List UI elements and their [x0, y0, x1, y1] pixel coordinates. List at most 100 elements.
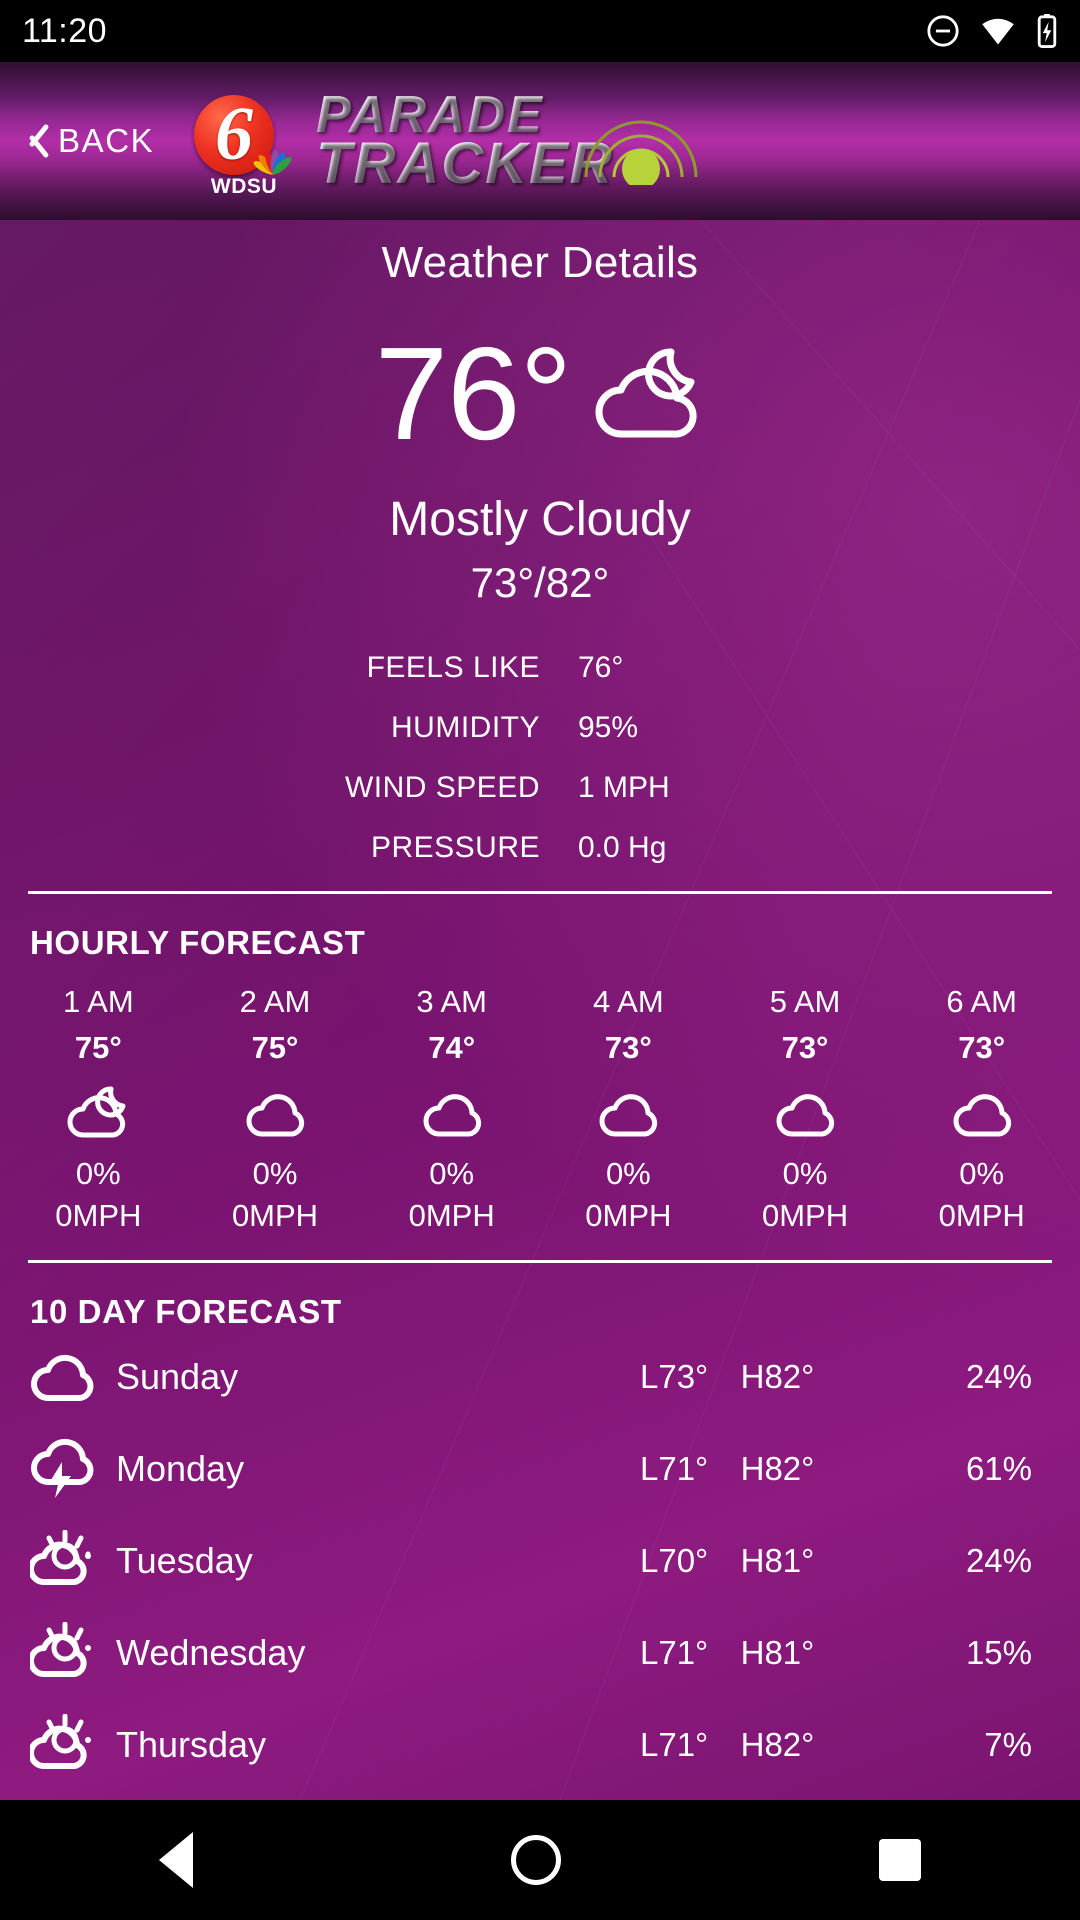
current-temperature-block: 76°: [0, 328, 1080, 460]
day-temps: L71° H82°: [640, 1450, 910, 1488]
current-condition: Mostly Cloudy: [389, 493, 691, 546]
stat-value: 76°: [578, 651, 624, 684]
stat-row: PRESSURE 0.0 Hg: [0, 831, 1080, 865]
day-low: L73°: [640, 1358, 709, 1395]
hour-time: 4 AM: [593, 984, 664, 1019]
current-high-low: 73°/82°: [470, 559, 610, 606]
day-low: L71°: [640, 1726, 709, 1763]
daily-item[interactable]: Monday L71° H82° 61%: [30, 1423, 1050, 1515]
day-precip: 24%: [965, 1358, 1032, 1395]
hourly-forecast-title: HOURLY FORECAST: [30, 924, 366, 961]
hour-icon-slot: [187, 1082, 364, 1144]
day-icon-slot: [30, 1714, 116, 1776]
hourly-item[interactable]: 3 AM 74° 0% 0MPH: [363, 984, 540, 1234]
daily-item[interactable]: Tuesday L70° H81° 24%: [30, 1515, 1050, 1607]
do-not-disturb-icon: [927, 15, 959, 47]
day-precip: 24%: [965, 1542, 1032, 1579]
day-name: Sunday: [116, 1356, 239, 1397]
hour-temp: 73°: [958, 1030, 1006, 1065]
hourly-forecast-list[interactable]: 1 AM 75° 0% 0MPH 2 AM 75° 0% 0MPH 3 AM 7…: [0, 962, 1080, 1234]
hour-wind: 0MPH: [231, 1198, 319, 1233]
hour-temp: 75°: [251, 1030, 299, 1065]
page-title: Weather Details: [381, 238, 699, 287]
hour-temp: 75°: [74, 1030, 122, 1065]
hourly-item[interactable]: 5 AM 73° 0% 0MPH: [717, 984, 894, 1234]
day-high: H81°: [740, 1542, 815, 1579]
stat-row: HUMIDITY 95%: [0, 711, 1080, 745]
back-button[interactable]: BACK: [18, 118, 154, 164]
wdsu-six-logo-icon: 6 WDSU: [190, 93, 298, 198]
hour-wind: 0MPH: [761, 1198, 849, 1233]
nbc-peacock-icon: [253, 150, 292, 175]
stat-row: WIND SPEED 1 MPH: [0, 771, 1080, 805]
daily-forecast-title: 10 DAY FORECAST: [30, 1293, 342, 1330]
day-icon-slot: [30, 1350, 116, 1404]
daily-forecast-list[interactable]: Sunday L73° H82° 24% Monday L71° H82° 61…: [0, 1331, 1080, 1791]
hour-time: 5 AM: [769, 984, 841, 1019]
hourly-item[interactable]: 2 AM 75° 0% 0MPH: [187, 984, 364, 1234]
hour-temp: 73°: [604, 1030, 652, 1065]
hourly-item[interactable]: 4 AM 73° 0% 0MPH: [540, 984, 717, 1234]
day-name: Tuesday: [116, 1540, 253, 1581]
day-icon-slot: [30, 1622, 116, 1684]
day-name: Wednesday: [116, 1632, 306, 1673]
hour-wind: 0MPH: [938, 1198, 1025, 1233]
hour-precip: 0%: [252, 1156, 298, 1191]
daily-item[interactable]: Thursday L71° H82° 7%: [30, 1699, 1050, 1791]
stat-value: 1 MPH: [578, 771, 670, 804]
day-high: H82°: [740, 1726, 815, 1763]
day-low: L71°: [640, 1450, 709, 1487]
cloud-icon: [953, 1094, 1011, 1137]
nav-recents-icon[interactable]: [879, 1839, 921, 1881]
status-icon-group: [926, 14, 1058, 48]
hour-wind: 0MPH: [585, 1198, 672, 1233]
weather-details-panel: Weather Details 76° Mostly Cloudy 73°/82…: [0, 220, 1080, 1800]
nav-home-icon[interactable]: [511, 1835, 561, 1885]
sun-cloud-icon: [30, 1622, 91, 1677]
stat-label: WIND SPEED: [344, 771, 540, 804]
radar-arcs-icon: [584, 120, 698, 185]
thunderstorm-icon: [31, 1438, 94, 1498]
day-temps: L71° H82°: [640, 1726, 910, 1764]
hour-icon-slot: [540, 1082, 717, 1144]
day-name: Thursday: [116, 1724, 267, 1765]
app-header: BACK 6 WDSU PARADE TRACKER: [0, 62, 1080, 220]
parade-tracker-wordmark: PARADE TRACKER: [316, 89, 698, 193]
day-name: Monday: [116, 1448, 245, 1489]
day-high: H82°: [740, 1358, 815, 1395]
hourly-item[interactable]: 1 AM 75° 0% 0MPH: [10, 984, 187, 1234]
hour-temp: 73°: [781, 1030, 829, 1065]
moon-cloud-icon: [67, 1086, 126, 1138]
nav-back-icon[interactable]: [159, 1832, 193, 1888]
status-clock: 11:20: [22, 11, 108, 50]
hour-precip: 0%: [75, 1156, 121, 1191]
hour-wind: 0MPH: [55, 1198, 142, 1233]
day-high: H82°: [740, 1450, 815, 1487]
stat-row: FEELS LIKE 76°: [0, 651, 1080, 685]
hour-precip: 0%: [429, 1156, 475, 1191]
hour-icon-slot: [893, 1082, 1070, 1144]
hour-precip: 0%: [959, 1156, 1005, 1191]
hour-precip: 0%: [605, 1156, 651, 1191]
hourly-item[interactable]: 6 AM 73° 0% 0MPH: [893, 984, 1070, 1234]
daily-item[interactable]: Wednesday L71° H81° 15%: [30, 1607, 1050, 1699]
hour-temp: 74°: [428, 1030, 476, 1065]
day-icon-slot: [30, 1438, 116, 1500]
day-low: L71°: [640, 1634, 709, 1671]
hour-wind: 0MPH: [408, 1198, 495, 1233]
cloud-icon: [599, 1094, 658, 1137]
day-temps: L73° H82°: [640, 1358, 910, 1396]
phone-screen: 11:20 BACK 6 WDSU PARADE TRACKER Weather…: [0, 0, 1080, 1920]
stat-label: FEELS LIKE: [366, 651, 540, 684]
station-logo: 6 WDSU PARADE TRACKER: [190, 89, 698, 198]
cloud-icon: [31, 1354, 94, 1401]
hour-time: 3 AM: [416, 984, 487, 1019]
chevron-left-icon: [18, 118, 44, 164]
day-temps: L70° H81°: [640, 1542, 910, 1580]
daily-item[interactable]: Sunday L73° H82° 24%: [30, 1331, 1050, 1423]
hour-icon-slot: [10, 1082, 187, 1144]
back-button-label: BACK: [58, 122, 155, 159]
stat-value: 95%: [578, 711, 639, 744]
status-bar: 11:20: [0, 0, 1080, 62]
android-nav-bar: [0, 1800, 1080, 1920]
